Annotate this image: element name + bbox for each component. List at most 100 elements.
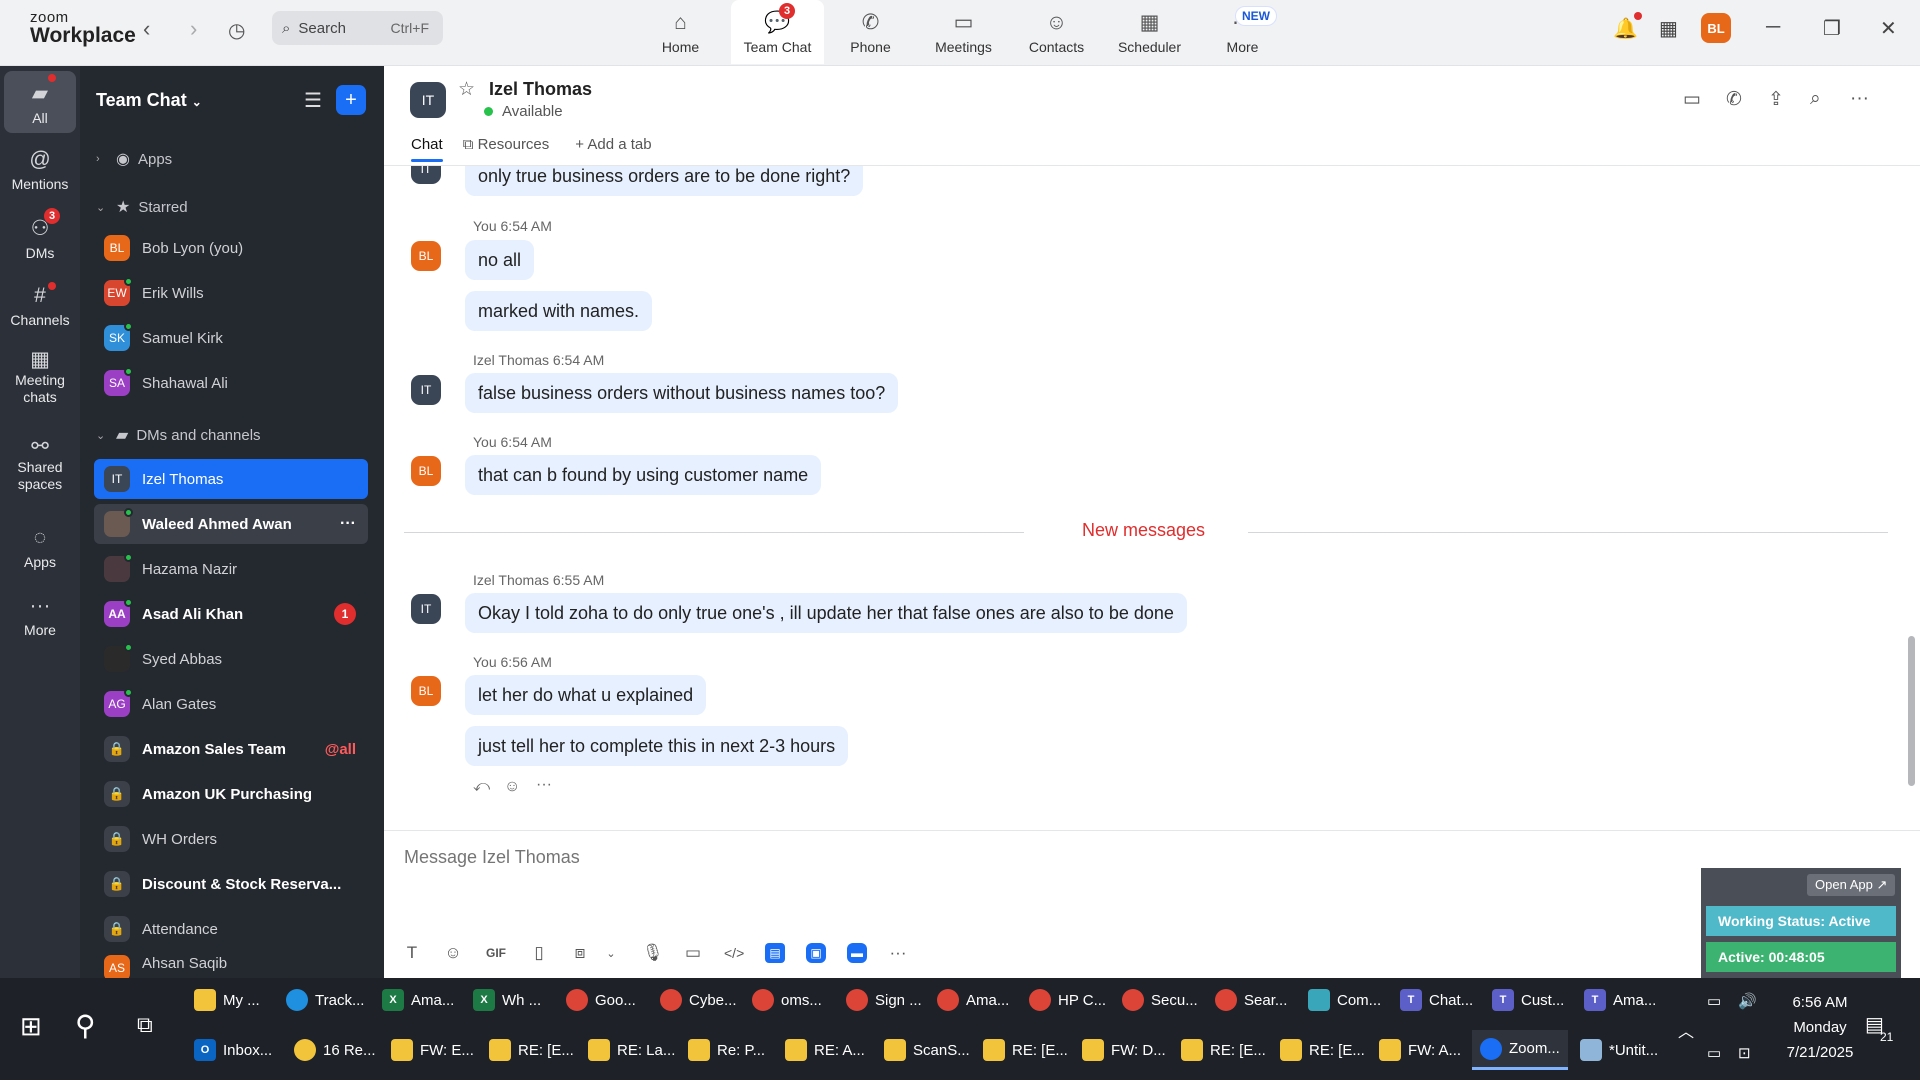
gif-icon[interactable]: GIF [484, 946, 508, 960]
section-dms[interactable]: ⌄ ▰ DMs and channels [96, 425, 261, 445]
taskbar-app-zoom[interactable]: Zoom... [1472, 1030, 1568, 1070]
rail-more[interactable]: ··· More [4, 594, 76, 638]
rail-apps[interactable]: ◌ Apps [4, 526, 76, 570]
taskbar-app[interactable]: RE: [E... [1181, 1030, 1266, 1070]
display-icon[interactable]: ▭ [1707, 1044, 1721, 1062]
taskbar-app[interactable]: RE: A... [785, 1030, 865, 1070]
taskbar-app[interactable]: RE: [E... [983, 1030, 1068, 1070]
user-avatar[interactable]: BL [1701, 13, 1731, 43]
taskbar-app[interactable]: RE: [E... [1280, 1030, 1365, 1070]
message-bubble[interactable]: marked with names. [465, 291, 653, 331]
tab-scheduler[interactable]: ▦ Scheduler [1103, 0, 1196, 64]
taskbar-app[interactable]: FW: E... [391, 1030, 474, 1070]
search-box[interactable]: ⌕ Search Ctrl+F [272, 11, 443, 45]
message-bubble[interactable]: no all [465, 240, 535, 280]
windows-start-icon[interactable]: ⊞ [20, 1011, 42, 1042]
message-bubble[interactable]: just tell her to complete this in next 2… [465, 726, 849, 766]
format-text-icon[interactable]: T [402, 943, 422, 963]
contact-avatar[interactable]: IT [410, 82, 446, 118]
filter-icon[interactable]: ☰ [298, 85, 328, 115]
taskbar-app[interactable]: RE: [E... [489, 1030, 574, 1070]
dm-item-izel-thomas[interactable]: IT Izel Thomas [94, 459, 368, 499]
app-icon-2[interactable]: ▣ [806, 943, 826, 963]
taskbar-app[interactable]: FW: D... [1082, 1030, 1166, 1070]
taskbar-app[interactable]: Com... [1308, 980, 1381, 1020]
forward-arrow-icon[interactable]: › [190, 16, 197, 42]
channel-item[interactable]: 🔒 Amazon Sales Team @all [94, 729, 368, 769]
message-input[interactable] [404, 847, 1304, 868]
dm-item[interactable]: Hazama Nazir [94, 549, 368, 589]
taskbar-app[interactable]: HP C... [1029, 980, 1106, 1020]
taskbar-app[interactable]: RE: La... [588, 1030, 675, 1070]
message-bubble[interactable]: only true business orders are to be done… [465, 166, 864, 196]
chevron-up-icon[interactable]: ︿ [1678, 1018, 1694, 1042]
taskbar-app[interactable]: Sign ... [846, 980, 922, 1020]
taskbar-app[interactable]: *Untit... [1580, 1030, 1658, 1070]
file-icon[interactable]: ▯ [529, 943, 549, 963]
channel-item[interactable]: 🔒 Discount & Stock Reserva... [94, 864, 368, 904]
tab-home[interactable]: ⌂ Home [634, 0, 727, 64]
tab-contacts[interactable]: ☺ Contacts [1010, 0, 1103, 64]
dm-item[interactable]: Syed Abbas [94, 639, 368, 679]
taskbar-app[interactable]: T Cust... [1492, 980, 1564, 1020]
section-starred[interactable]: ⌄ ★ Starred [96, 197, 188, 217]
tab-meetings[interactable]: ▭ Meetings [917, 0, 1010, 64]
starred-item[interactable]: BL Bob Lyon (you) [94, 228, 368, 268]
rail-meeting-chats[interactable]: ▦ Meeting chats [4, 349, 76, 406]
rail-all[interactable]: ▰ All [4, 71, 76, 133]
minimize-icon[interactable]: ─ [1766, 16, 1780, 39]
taskbar-app[interactable]: X Wh ... [473, 980, 541, 1020]
channel-item[interactable]: 🔒 WH Orders [94, 819, 368, 859]
tab-team-chat[interactable]: 💬 Team Chat 3 [731, 0, 824, 64]
taskbar-app[interactable]: X Ama... [382, 980, 454, 1020]
starred-item[interactable]: SA Shahawal Ali [94, 363, 368, 403]
screenshot-icon[interactable]: ⧈ [570, 943, 590, 963]
taskbar-app[interactable]: 16 Re... [294, 1030, 376, 1070]
battery-icon[interactable]: ▭ [1707, 992, 1721, 1010]
task-view-icon[interactable]: ⧉ [137, 1012, 153, 1038]
rail-channels[interactable]: # Channels [4, 284, 76, 328]
back-arrow-icon[interactable]: ‹ [143, 16, 150, 42]
message-bubble[interactable]: that can b found by using customer name [465, 455, 822, 495]
tab-phone[interactable]: ✆ Phone [824, 0, 917, 64]
clock[interactable]: 6:56 AM Monday 7/21/2025 [1770, 990, 1870, 1065]
taskbar-app[interactable]: ScanS... [884, 1030, 970, 1070]
taskbar-app[interactable]: Cybe... [660, 980, 737, 1020]
rail-shared-spaces[interactable]: ⚯ Shared spaces [4, 436, 76, 493]
dm-item[interactable]: AS Ahsan Saqib [94, 949, 368, 979]
taskbar-app[interactable]: Re: P... [688, 1030, 765, 1070]
taskbar-app[interactable]: T Chat... [1400, 980, 1473, 1020]
video-call-icon[interactable]: ▭ [1683, 88, 1701, 111]
dm-item[interactable]: Waleed Ahmed Awan ··· [94, 504, 368, 544]
restore-icon[interactable]: ❐ [1823, 16, 1841, 41]
more-tools-icon[interactable]: ··· [888, 943, 908, 963]
app-icon-1[interactable]: ▤ [765, 943, 785, 963]
open-app-button[interactable]: Open App ↗ [1807, 874, 1896, 896]
message-bubble[interactable]: false business orders without business n… [465, 373, 899, 413]
more-options-icon[interactable]: ··· [340, 515, 356, 533]
app-icon-3[interactable]: ▬ [847, 943, 867, 963]
dm-item[interactable]: AA Asad Ali Khan 1 [94, 594, 368, 634]
message-bubble[interactable]: let her do what u explained [465, 675, 707, 715]
new-chat-button[interactable]: + [336, 85, 366, 115]
reply-icon[interactable]: ⤺ [473, 778, 490, 796]
channel-item[interactable]: 🔒 Attendance [94, 909, 368, 949]
starred-item[interactable]: SK Samuel Kirk [94, 318, 368, 358]
taskbar-app[interactable]: FW: A... [1379, 1030, 1461, 1070]
taskbar-app[interactable]: T Ama... [1584, 980, 1656, 1020]
star-icon[interactable]: ☆ [458, 78, 475, 101]
taskbar-app[interactable]: My ... [194, 980, 260, 1020]
bell-icon[interactable]: 🔔 [1613, 16, 1638, 41]
video-message-icon[interactable]: ▭ [683, 943, 703, 963]
microphone-icon[interactable]: 🎙 [642, 943, 664, 963]
starred-item[interactable]: EW Erik Wills [94, 273, 368, 313]
message-bubble[interactable]: Okay I told zoha to do only true one's ,… [465, 593, 1187, 633]
phone-call-icon[interactable]: ✆ [1726, 88, 1742, 111]
scrollbar[interactable] [1908, 636, 1915, 786]
rail-mentions[interactable]: @ Mentions [4, 148, 76, 192]
tab-chat[interactable]: Chat [411, 136, 443, 162]
taskbar-app[interactable]: oms... [752, 980, 822, 1020]
taskbar-app[interactable]: Sear... [1215, 980, 1287, 1020]
rail-dms[interactable]: ⚇ DMs [4, 216, 76, 261]
tab-resources[interactable]: ⧉ Resources [463, 136, 550, 161]
